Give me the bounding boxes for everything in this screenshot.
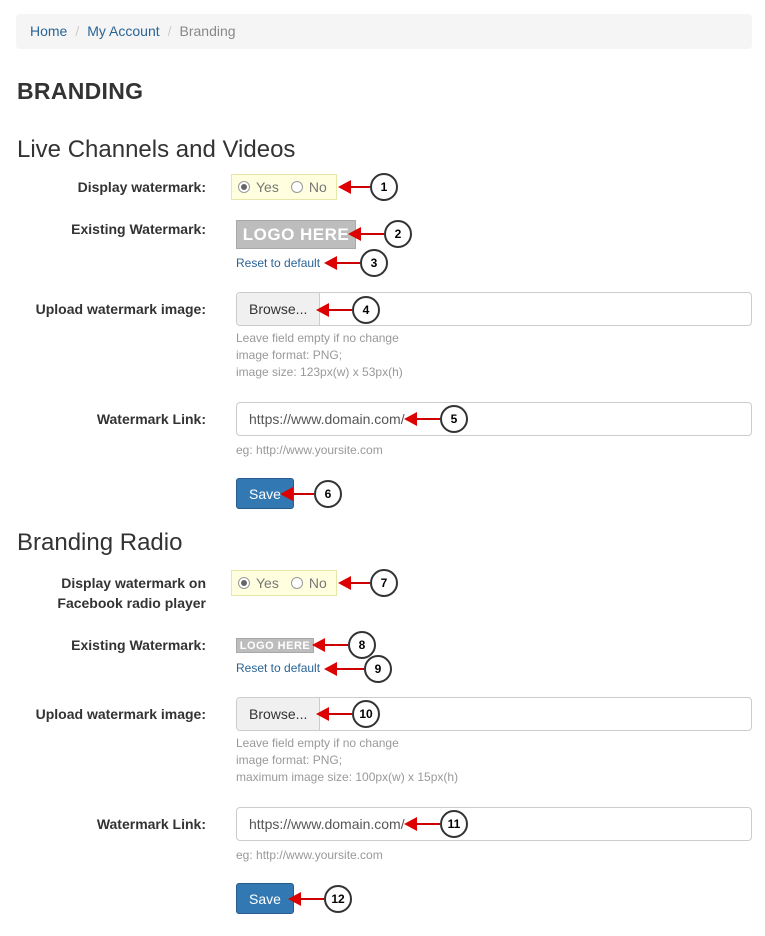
reset-to-default-link[interactable]: Reset to default xyxy=(236,256,320,270)
callout-arrow-icon xyxy=(324,662,364,676)
watermark-link-input[interactable]: https://www.domain.com/ xyxy=(236,402,752,436)
callout-9: 9 xyxy=(364,655,392,683)
breadcrumb-current: Branding xyxy=(179,23,236,39)
callout-11: 11 xyxy=(440,810,468,838)
upload-watermark-input[interactable]: Browse... xyxy=(236,292,752,326)
radio-yes-label: Yes xyxy=(256,179,279,195)
upload-help-line: image format: PNG; xyxy=(236,348,343,362)
breadcrumb-account-link[interactable]: My Account xyxy=(87,23,159,39)
breadcrumb-home-link[interactable]: Home xyxy=(30,23,67,39)
existing-watermark-label: Existing Watermark: xyxy=(71,221,206,237)
upload-watermark-label-2: Upload watermark image: xyxy=(35,706,206,722)
radio-no-icon[interactable] xyxy=(290,577,303,589)
radio-yes[interactable]: Yes xyxy=(238,575,279,591)
label-line: Display watermark on xyxy=(61,575,206,591)
watermark-link-value: https://www.domain.com/ xyxy=(249,816,405,832)
callout-3: 3 xyxy=(360,249,388,277)
watermark-link-input-2[interactable]: https://www.domain.com/ xyxy=(236,807,752,841)
watermark-logo-image-2: LOGO HERE xyxy=(236,638,314,653)
callout-arrow-icon xyxy=(404,817,440,831)
display-watermark-radio-label: Display watermark on Facebook radio play… xyxy=(16,573,206,613)
browse-button-2[interactable]: Browse... xyxy=(237,698,321,730)
section-title-live: Live Channels and Videos xyxy=(17,136,296,163)
watermark-link-help-2: eg: http://www.yoursite.com xyxy=(236,848,383,862)
page-title: BRANDING xyxy=(17,78,144,104)
radio-no-icon[interactable] xyxy=(290,181,303,193)
callout-arrow-icon xyxy=(338,576,370,590)
label-line: Facebook radio player xyxy=(57,595,206,611)
callout-7: 7 xyxy=(370,569,398,597)
watermark-link-help: eg: http://www.yoursite.com xyxy=(236,443,383,457)
radio-yes-label: Yes xyxy=(256,575,279,591)
upload-help: Leave field empty if no change image for… xyxy=(236,330,403,381)
callout-arrow-icon xyxy=(348,227,384,241)
radio-no[interactable]: No xyxy=(290,575,327,591)
radio-no-label: No xyxy=(308,575,327,591)
callout-8: 8 xyxy=(348,631,376,659)
callout-2: 2 xyxy=(384,220,412,248)
upload-help-line: Leave field empty if no change xyxy=(236,331,399,345)
callout-6: 6 xyxy=(314,480,342,508)
radio-yes[interactable]: Yes xyxy=(238,179,279,195)
save-button-2[interactable]: Save xyxy=(236,883,294,914)
callout-arrow-icon xyxy=(404,412,440,426)
breadcrumb-separator: / xyxy=(75,23,80,39)
callout-1: 1 xyxy=(370,173,398,201)
callout-12: 12 xyxy=(324,885,352,913)
display-watermark-radio-group: Yes No xyxy=(231,174,337,200)
upload-help-2: Leave field empty if no change image for… xyxy=(236,735,458,786)
callout-4: 4 xyxy=(352,296,380,324)
callout-10: 10 xyxy=(352,700,380,728)
existing-watermark-label-2: Existing Watermark: xyxy=(71,637,206,653)
upload-help-line: image format: PNG; xyxy=(236,753,343,767)
callout-arrow-icon xyxy=(288,892,324,906)
radio-no-label: No xyxy=(308,179,327,195)
browse-button[interactable]: Browse... xyxy=(237,293,321,325)
display-watermark-label: Display watermark: xyxy=(77,179,206,195)
callout-5: 5 xyxy=(440,405,468,433)
callout-arrow-icon xyxy=(324,256,360,270)
upload-help-line: maximum image size: 100px(w) x 15px(h) xyxy=(236,770,459,784)
upload-watermark-label: Upload watermark image: xyxy=(35,301,206,317)
callout-arrow-icon xyxy=(316,303,352,317)
watermark-link-value: https://www.domain.com/ xyxy=(249,411,405,427)
upload-watermark-input-2[interactable]: Browse... xyxy=(236,697,752,731)
watermark-link-label: Watermark Link: xyxy=(96,411,206,427)
upload-help-line: Leave field empty if no change xyxy=(236,736,399,750)
callout-arrow-icon xyxy=(312,638,348,652)
breadcrumb: Home / My Account / Branding xyxy=(16,14,752,49)
radio-yes-icon[interactable] xyxy=(238,577,250,589)
radio-no[interactable]: No xyxy=(290,179,327,195)
watermark-logo-image: LOGO HERE xyxy=(236,220,356,249)
upload-help-line: image size: 123px(w) x 53px(h) xyxy=(236,365,403,379)
section-title-radio: Branding Radio xyxy=(17,529,183,556)
callout-arrow-icon xyxy=(280,487,314,501)
radio-yes-icon[interactable] xyxy=(238,181,250,193)
display-watermark-radio-group-2: Yes No xyxy=(231,570,337,596)
callout-arrow-icon xyxy=(316,707,352,721)
watermark-link-label-2: Watermark Link: xyxy=(96,816,206,832)
reset-to-default-link-2[interactable]: Reset to default xyxy=(236,661,320,675)
callout-arrow-icon xyxy=(338,180,370,194)
breadcrumb-separator: / xyxy=(167,23,172,39)
